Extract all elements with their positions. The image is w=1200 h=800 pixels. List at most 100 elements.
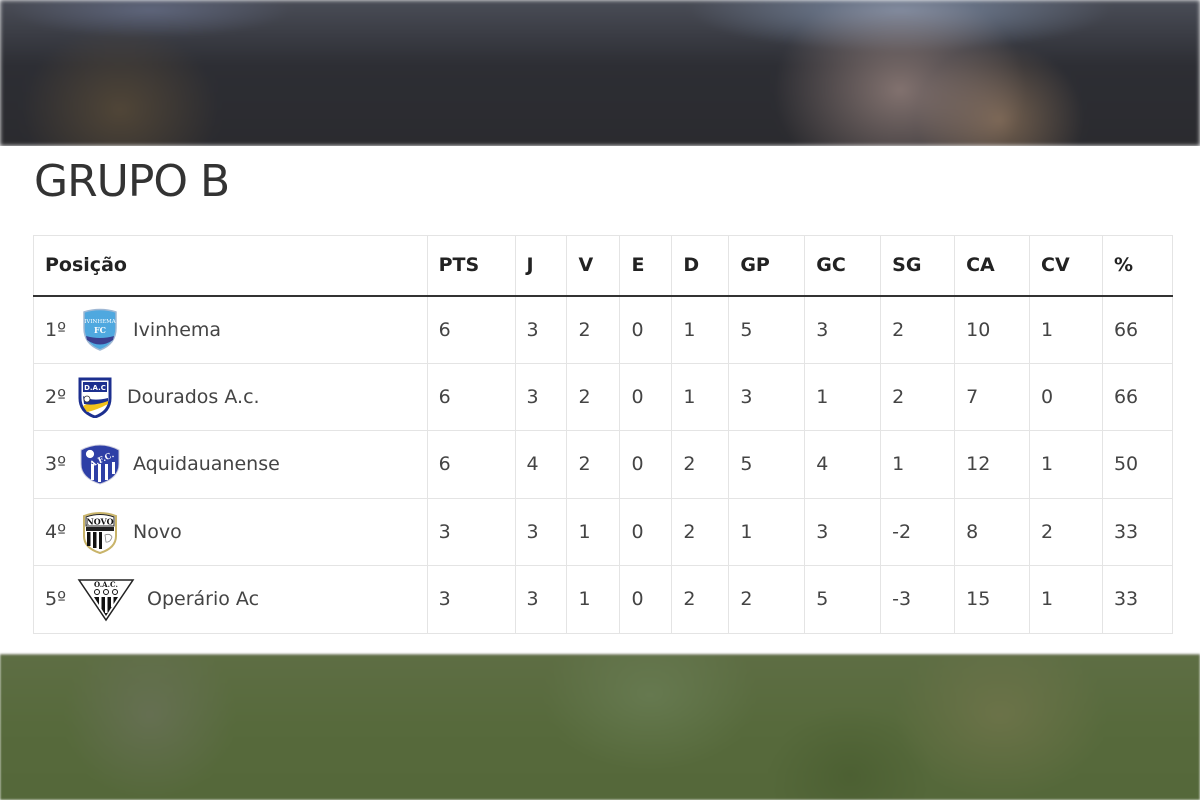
goals-against-cell: 3 bbox=[804, 295, 882, 364]
aquidauanense-crest-icon: A.F.C. bbox=[75, 441, 125, 487]
games-cell: 3 bbox=[514, 295, 568, 364]
games-cell: 3 bbox=[514, 565, 568, 634]
wins-cell: 1 bbox=[566, 565, 621, 634]
header-goals-against: GC bbox=[804, 235, 882, 297]
table-header-row: Posição PTS J V E D GP GC SG CA CV % bbox=[33, 235, 1174, 297]
yellow-cards-cell: 15 bbox=[954, 565, 1031, 634]
percentage-cell: 33 bbox=[1101, 497, 1174, 566]
losses-cell: 2 bbox=[671, 430, 730, 499]
percentage-cell: 66 bbox=[1101, 295, 1174, 364]
red-cards-cell: 1 bbox=[1029, 565, 1103, 634]
team-name[interactable]: Novo bbox=[133, 521, 182, 543]
goal-difference-cell: -2 bbox=[880, 497, 956, 566]
svg-text:O.A.C.: O.A.C. bbox=[94, 580, 118, 589]
team-cell: 4º NOVO Novo bbox=[33, 497, 428, 566]
header-draws: E bbox=[619, 235, 673, 297]
losses-cell: 2 bbox=[671, 565, 730, 634]
team-cell: 5º O.A.C. Operário Ac bbox=[33, 565, 428, 634]
position-label: 4º bbox=[45, 520, 67, 543]
wins-cell: 2 bbox=[566, 362, 621, 431]
goal-difference-cell: 2 bbox=[880, 295, 956, 364]
goal-difference-cell: 2 bbox=[880, 362, 956, 431]
yellow-cards-cell: 12 bbox=[954, 430, 1031, 499]
svg-text:NOVO: NOVO bbox=[86, 516, 113, 526]
position-label: 5º bbox=[45, 588, 67, 611]
team-cell: 2º D.A.C Dourados A.c. bbox=[33, 362, 428, 431]
table-row: 2º D.A.C Dourados A.c. 6 3 2 0 1 3 1 2 7… bbox=[33, 362, 1174, 431]
goals-for-cell: 5 bbox=[728, 430, 806, 499]
header-percentage: % bbox=[1101, 235, 1174, 297]
header-points: PTS bbox=[426, 235, 516, 297]
group-title: GRUPO B bbox=[34, 156, 230, 207]
percentage-cell: 66 bbox=[1101, 362, 1174, 431]
position-label: 2º bbox=[45, 385, 67, 408]
yellow-cards-cell: 7 bbox=[954, 362, 1031, 431]
games-cell: 3 bbox=[514, 362, 568, 431]
goals-against-cell: 4 bbox=[804, 430, 882, 499]
wins-cell: 1 bbox=[566, 497, 621, 566]
points-cell: 3 bbox=[426, 565, 516, 634]
team-cell: 3º A.F.C. Aquidauanense bbox=[33, 430, 428, 499]
footer-background-image bbox=[0, 654, 1200, 800]
table-row: 3º A.F.C. Aquidauanense 6 4 2 0 2 5 4 1 … bbox=[33, 430, 1174, 499]
yellow-cards-cell: 10 bbox=[954, 295, 1031, 364]
header-red-cards: CV bbox=[1029, 235, 1103, 297]
goals-against-cell: 3 bbox=[804, 497, 882, 566]
ivinhema-crest-icon: IVINHEMA FC bbox=[75, 307, 125, 353]
standings-table: Posição PTS J V E D GP GC SG CA CV % 1º bbox=[33, 235, 1174, 634]
team-name[interactable]: Ivinhema bbox=[133, 319, 221, 341]
table-row: 5º O.A.C. Operário Ac 3 3 1 0 2 2 5 -3 1… bbox=[33, 565, 1174, 634]
header-position: Posição bbox=[33, 235, 428, 297]
red-cards-cell: 1 bbox=[1029, 295, 1103, 364]
draws-cell: 0 bbox=[619, 295, 673, 364]
draws-cell: 0 bbox=[619, 362, 673, 431]
goals-for-cell: 1 bbox=[728, 497, 806, 566]
position-label: 3º bbox=[45, 453, 67, 476]
red-cards-cell: 0 bbox=[1029, 362, 1103, 431]
goal-difference-cell: 1 bbox=[880, 430, 956, 499]
points-cell: 6 bbox=[426, 295, 516, 364]
standings-section: GRUPO B Posição PTS J V E D GP GC SG CA … bbox=[0, 146, 1200, 654]
header-goals-for: GP bbox=[728, 235, 806, 297]
table-row: 1º IVINHEMA FC Ivinhema 6 3 2 0 1 5 3 2 … bbox=[33, 295, 1174, 364]
draws-cell: 0 bbox=[619, 430, 673, 499]
percentage-cell: 33 bbox=[1101, 565, 1174, 634]
goals-for-cell: 3 bbox=[728, 362, 806, 431]
header-background-image bbox=[0, 0, 1200, 146]
games-cell: 3 bbox=[514, 497, 568, 566]
team-name[interactable]: Dourados A.c. bbox=[127, 386, 260, 408]
percentage-cell: 50 bbox=[1101, 430, 1174, 499]
points-cell: 6 bbox=[426, 362, 516, 431]
points-cell: 3 bbox=[426, 497, 516, 566]
goals-against-cell: 5 bbox=[804, 565, 882, 634]
operario-crest-icon: O.A.C. bbox=[75, 576, 137, 622]
draws-cell: 0 bbox=[619, 565, 673, 634]
wins-cell: 2 bbox=[566, 295, 621, 364]
losses-cell: 1 bbox=[671, 295, 730, 364]
header-yellow-cards: CA bbox=[954, 235, 1031, 297]
draws-cell: 0 bbox=[619, 497, 673, 566]
header-losses: D bbox=[671, 235, 730, 297]
losses-cell: 2 bbox=[671, 497, 730, 566]
goals-against-cell: 1 bbox=[804, 362, 882, 431]
red-cards-cell: 1 bbox=[1029, 430, 1103, 499]
yellow-cards-cell: 8 bbox=[954, 497, 1031, 566]
losses-cell: 1 bbox=[671, 362, 730, 431]
position-label: 1º bbox=[45, 318, 67, 341]
novo-crest-icon: NOVO bbox=[75, 509, 125, 555]
team-name[interactable]: Operário Ac bbox=[147, 588, 259, 610]
header-wins: V bbox=[566, 235, 621, 297]
svg-text:D.A.C: D.A.C bbox=[84, 384, 106, 392]
svg-text:FC: FC bbox=[94, 325, 106, 335]
table-row: 4º NOVO Novo 3 3 1 0 2 1 3 -2 8 2 33 bbox=[33, 497, 1174, 566]
goals-for-cell: 2 bbox=[728, 565, 806, 634]
dourados-crest-icon: D.A.C bbox=[75, 374, 115, 420]
points-cell: 6 bbox=[426, 430, 516, 499]
wins-cell: 2 bbox=[566, 430, 621, 499]
goals-for-cell: 5 bbox=[728, 295, 806, 364]
header-goal-difference: SG bbox=[880, 235, 956, 297]
games-cell: 4 bbox=[514, 430, 568, 499]
header-games: J bbox=[514, 235, 568, 297]
team-name[interactable]: Aquidauanense bbox=[133, 453, 280, 475]
goal-difference-cell: -3 bbox=[880, 565, 956, 634]
